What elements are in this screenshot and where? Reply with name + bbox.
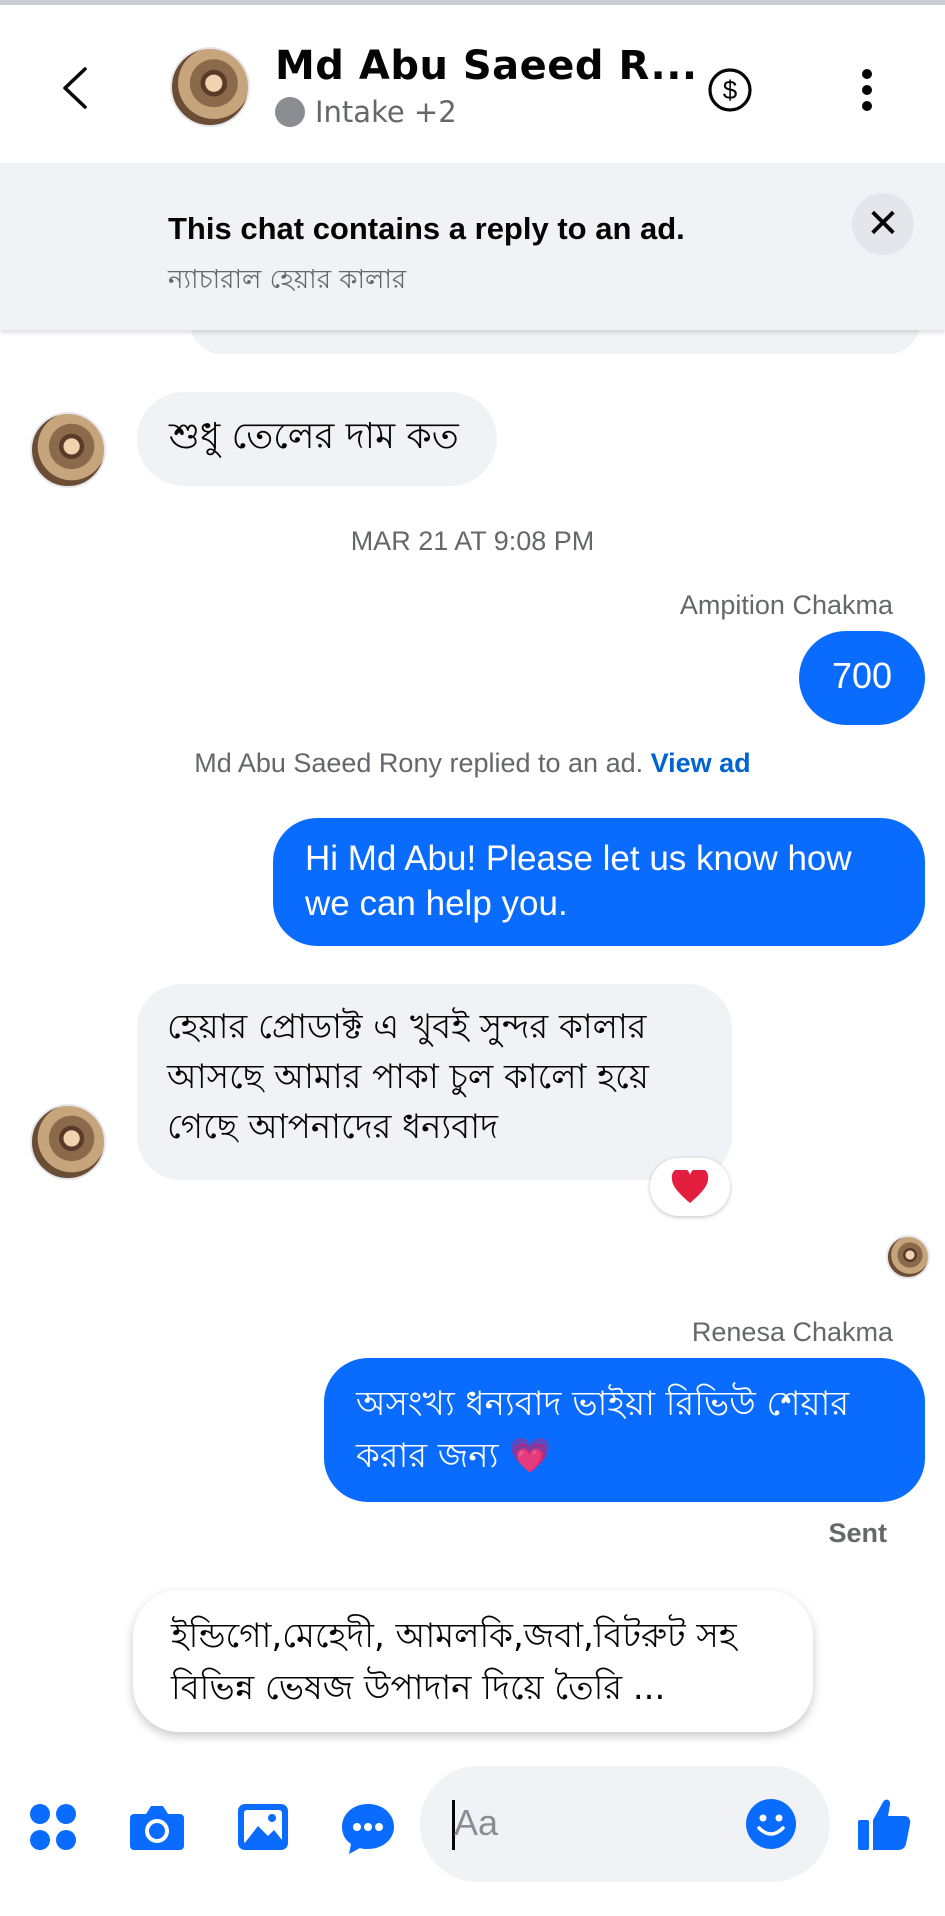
chat-bubble-icon[interactable] xyxy=(340,1802,396,1856)
message-input[interactable]: Aa xyxy=(420,1766,830,1882)
image-icon[interactable] xyxy=(236,1802,290,1852)
message-composer: Aa xyxy=(0,1752,945,1916)
status-dot-icon xyxy=(275,97,305,127)
apps-icon[interactable] xyxy=(28,1802,78,1852)
thumbs-up-icon[interactable] xyxy=(856,1796,912,1852)
suggested-reply[interactable]: ইন্ডিগো,মেহেদী, আমলকি,জবা,বিটরুট সহ বিভি… xyxy=(133,1590,813,1732)
more-vertical-icon[interactable] xyxy=(855,67,879,113)
outgoing-message[interactable]: অসংখ্য ধন্যবাদ ভাইয়া রিভিউ শেয়ার করার … xyxy=(324,1358,925,1502)
contact-name[interactable]: Md Abu Saeed R... xyxy=(275,43,698,89)
svg-text:$: $ xyxy=(723,75,738,105)
status-label: Intake +2 xyxy=(315,95,457,129)
outgoing-message[interactable]: 700 xyxy=(799,631,925,725)
ad-reply-notice: Md Abu Saeed Rony replied to an ad. View… xyxy=(0,748,945,779)
ad-reply-banner: This chat contains a reply to an ad. ন্য… xyxy=(0,163,945,330)
heart-icon xyxy=(671,1170,709,1203)
message-text: অসংখ্য ধন্যবাদ ভাইয়া রিভিউ শেয়ার করার … xyxy=(356,1384,850,1476)
banner-title: This chat contains a reply to an ad. xyxy=(168,211,685,246)
input-placeholder: Aa xyxy=(454,1802,499,1843)
view-ad-link[interactable]: View ad xyxy=(651,748,751,778)
back-icon[interactable] xyxy=(55,63,95,113)
notice-text: Md Abu Saeed Rony replied to an ad. xyxy=(194,748,644,778)
incoming-message[interactable]: শুধু তেলের দাম কত xyxy=(137,392,497,486)
sender-avatar[interactable] xyxy=(30,1104,106,1180)
contact-status[interactable]: Intake +2 xyxy=(275,95,457,129)
sender-name: Renesa Chakma xyxy=(691,1317,893,1347)
incoming-message[interactable]: হেয়ার প্রোডাক্ট এ খুবই সুন্দর কালার আসছ… xyxy=(137,984,732,1180)
camera-icon[interactable] xyxy=(128,1802,186,1852)
contact-avatar[interactable] xyxy=(170,47,250,127)
sender-avatar[interactable] xyxy=(30,412,106,488)
outgoing-message[interactable]: Hi Md Abu! Please let us know how we can… xyxy=(273,818,925,946)
emoji-icon[interactable] xyxy=(745,1798,797,1850)
close-icon[interactable]: ✕ xyxy=(852,193,914,255)
message-status: Sent xyxy=(828,1518,887,1548)
sender-name: Ampition Chakma xyxy=(679,590,893,620)
read-receipt-avatar xyxy=(886,1235,930,1279)
heart-reaction[interactable] xyxy=(650,1158,730,1216)
chat-header: Md Abu Saeed R... Intake +2 $ xyxy=(0,5,945,163)
pink-heart-emoji: 💗 xyxy=(509,1436,552,1476)
message-timestamp: MAR 21 AT 9:08 PM xyxy=(350,526,595,556)
dollar-icon[interactable]: $ xyxy=(707,67,753,113)
banner-subtitle: ন্যাচারাল হেয়ার কালার xyxy=(168,265,407,295)
